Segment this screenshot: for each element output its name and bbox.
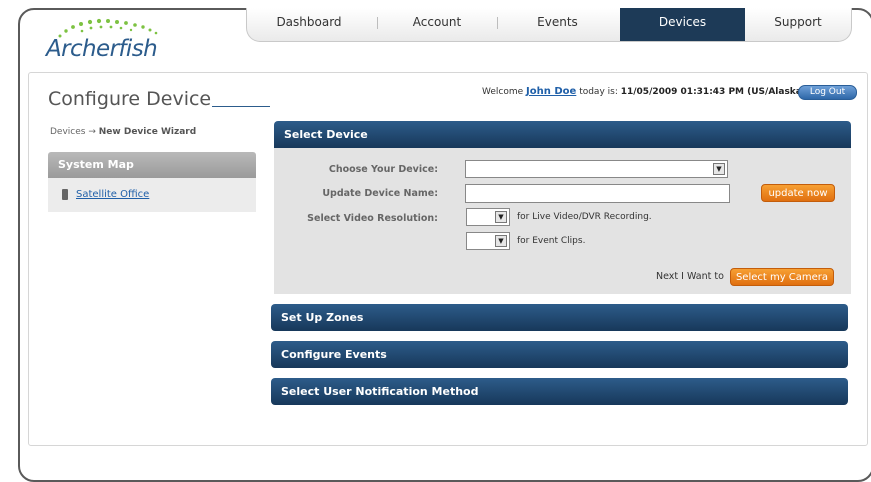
live-resolution-select[interactable]: ▼ bbox=[466, 208, 510, 226]
breadcrumb-devices-link[interactable]: Devices bbox=[50, 127, 85, 137]
system-map-header: System Map bbox=[48, 152, 256, 178]
tab-support[interactable]: Support bbox=[745, 8, 851, 41]
video-resolution-label: Select Video Resolution: bbox=[307, 213, 438, 224]
breadcrumb: Devices → New Device Wizard bbox=[50, 127, 196, 137]
update-now-button[interactable]: update now bbox=[761, 184, 835, 202]
configure-events-header[interactable]: Configure Events bbox=[271, 341, 848, 368]
logo-text: Archerfish bbox=[46, 36, 158, 62]
next-step-text: Next I Want to bbox=[656, 271, 724, 282]
event-clips-hint: for Event Clips. bbox=[517, 236, 586, 246]
tab-devices[interactable]: Devices bbox=[620, 8, 745, 41]
choose-device-label: Choose Your Device: bbox=[328, 164, 438, 175]
tab-dashboard[interactable]: Dashboard bbox=[247, 8, 371, 41]
select-device-header[interactable]: Select Device bbox=[274, 121, 851, 148]
select-camera-button[interactable]: Select my Camera bbox=[730, 268, 834, 286]
breadcrumb-current: New Device Wizard bbox=[98, 127, 197, 137]
chevron-down-icon: ▼ bbox=[495, 211, 507, 223]
main-nav: Dashboard Account Events Devices Support bbox=[246, 8, 852, 42]
tab-account[interactable]: Account bbox=[377, 8, 497, 41]
chevron-down-icon: ▼ bbox=[495, 235, 507, 247]
arrow-right-icon: → bbox=[88, 127, 96, 137]
today-text: today is: bbox=[579, 87, 618, 97]
tab-events[interactable]: Events bbox=[497, 8, 618, 41]
device-select[interactable]: ▼ bbox=[465, 160, 728, 178]
clips-resolution-select[interactable]: ▼ bbox=[466, 232, 510, 250]
title-underline bbox=[212, 106, 270, 107]
live-video-hint: for Live Video/DVR Recording. bbox=[517, 212, 652, 222]
sidebar-item-satellite-office[interactable]: Satellite Office bbox=[76, 189, 149, 200]
device-name-label: Update Device Name: bbox=[322, 188, 438, 199]
logout-button[interactable]: Log Out bbox=[798, 85, 857, 100]
page-title: Configure Device bbox=[48, 88, 212, 110]
camera-icon bbox=[62, 189, 68, 200]
system-map-list: Satellite Office bbox=[48, 178, 256, 212]
welcome-prefix: Welcome bbox=[482, 87, 524, 97]
welcome-bar: Welcome John Doe today is: 11/05/2009 01… bbox=[482, 86, 806, 97]
notification-method-header[interactable]: Select User Notification Method bbox=[271, 378, 848, 405]
user-name-link[interactable]: John Doe bbox=[526, 86, 576, 97]
set-up-zones-header[interactable]: Set Up Zones bbox=[271, 304, 848, 331]
chevron-down-icon: ▼ bbox=[713, 163, 725, 175]
current-datetime: 11/05/2009 01:31:43 PM (US/Alaska) bbox=[620, 87, 806, 97]
device-name-input[interactable] bbox=[465, 184, 730, 203]
archerfish-logo[interactable]: Archerfish bbox=[46, 14, 176, 68]
